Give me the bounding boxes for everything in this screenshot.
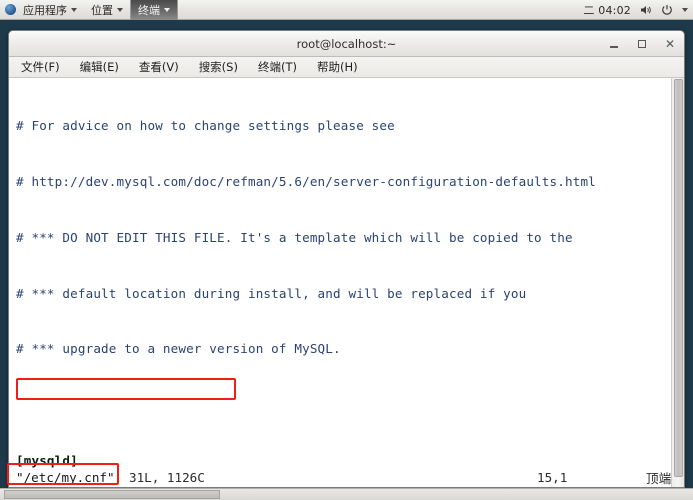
vim-status-filename: "/etc/my.cnf" <box>16 470 115 485</box>
top-panel-left-group: 应用程序 位置 终端 <box>0 0 178 20</box>
scrollbar-thumb[interactable] <box>674 79 683 477</box>
vim-buffer-text: # For advice on how to change settings p… <box>16 80 670 487</box>
clock[interactable]: 二 04:02 <box>583 2 631 18</box>
menu-view[interactable]: 查看(V) <box>137 58 181 76</box>
terminal-window-task[interactable]: 终端 <box>130 0 178 20</box>
chevron-down-icon[interactable] <box>682 7 688 12</box>
window-controls: ✕ <box>608 31 676 57</box>
menu-terminal[interactable]: 终端(T) <box>256 58 299 76</box>
places-menu-label: 位置 <box>91 3 113 17</box>
fedora-logo-icon <box>5 4 16 15</box>
chevron-down-icon <box>164 7 170 12</box>
menu-file[interactable]: 文件(F) <box>19 58 62 76</box>
menu-search[interactable]: 搜索(S) <box>197 58 240 76</box>
speaker-icon[interactable] <box>640 4 652 16</box>
chevron-down-icon <box>117 7 123 12</box>
applications-menu[interactable]: 应用程序 <box>16 0 84 20</box>
terminal-menubar: 文件(F) 编辑(E) 查看(V) 搜索(S) 终端(T) 帮助(H) <box>9 57 684 78</box>
chevron-down-icon <box>71 7 77 12</box>
buffer-line: # *** upgrade to a newer version of MySQ… <box>16 341 341 357</box>
top-panel-right-group: 二 04:02 <box>583 0 693 20</box>
window-title: root@localhost:~ <box>296 36 397 51</box>
bottom-taskbar <box>0 488 693 500</box>
power-icon[interactable] <box>661 4 673 16</box>
vim-status-file-info: 31L, 1126C <box>129 470 205 485</box>
buffer-line: # For advice on how to change settings p… <box>16 118 395 134</box>
vim-status-scroll: 顶端 <box>646 471 672 486</box>
maximize-button[interactable] <box>636 38 648 50</box>
terminal-content-area[interactable]: # For advice on how to change settings p… <box>9 78 684 487</box>
vim-status-line: "/etc/my.cnf" 31L, 1126C 15,1 顶端 <box>9 468 684 487</box>
buffer-line: # *** DO NOT EDIT THIS FILE. It's a temp… <box>16 229 573 245</box>
places-menu[interactable]: 位置 <box>84 0 130 20</box>
menu-edit[interactable]: 编辑(E) <box>78 58 121 76</box>
buffer-line: # *** default location during install, a… <box>16 285 527 301</box>
buffer-line: # http://dev.mysql.com/doc/refman/5.6/en… <box>16 173 596 189</box>
menu-help[interactable]: 帮助(H) <box>315 58 360 76</box>
terminal-window: root@localhost:~ ✕ 文件(F) 编辑(E) 查看(V) 搜索(… <box>8 30 685 488</box>
buffer-line <box>16 396 670 415</box>
vim-status-position: 15,1 <box>537 470 568 485</box>
gnome-top-panel: 应用程序 位置 终端 二 04:02 <box>0 0 693 20</box>
terminal-vertical-scrollbar[interactable] <box>671 78 684 487</box>
taskbar-window-button[interactable] <box>4 490 220 499</box>
window-titlebar[interactable]: root@localhost:~ ✕ <box>9 31 684 57</box>
applications-menu-label: 应用程序 <box>23 3 67 17</box>
close-button[interactable]: ✕ <box>664 38 676 50</box>
minimize-button[interactable] <box>608 38 620 50</box>
terminal-window-task-label: 终端 <box>138 3 160 17</box>
